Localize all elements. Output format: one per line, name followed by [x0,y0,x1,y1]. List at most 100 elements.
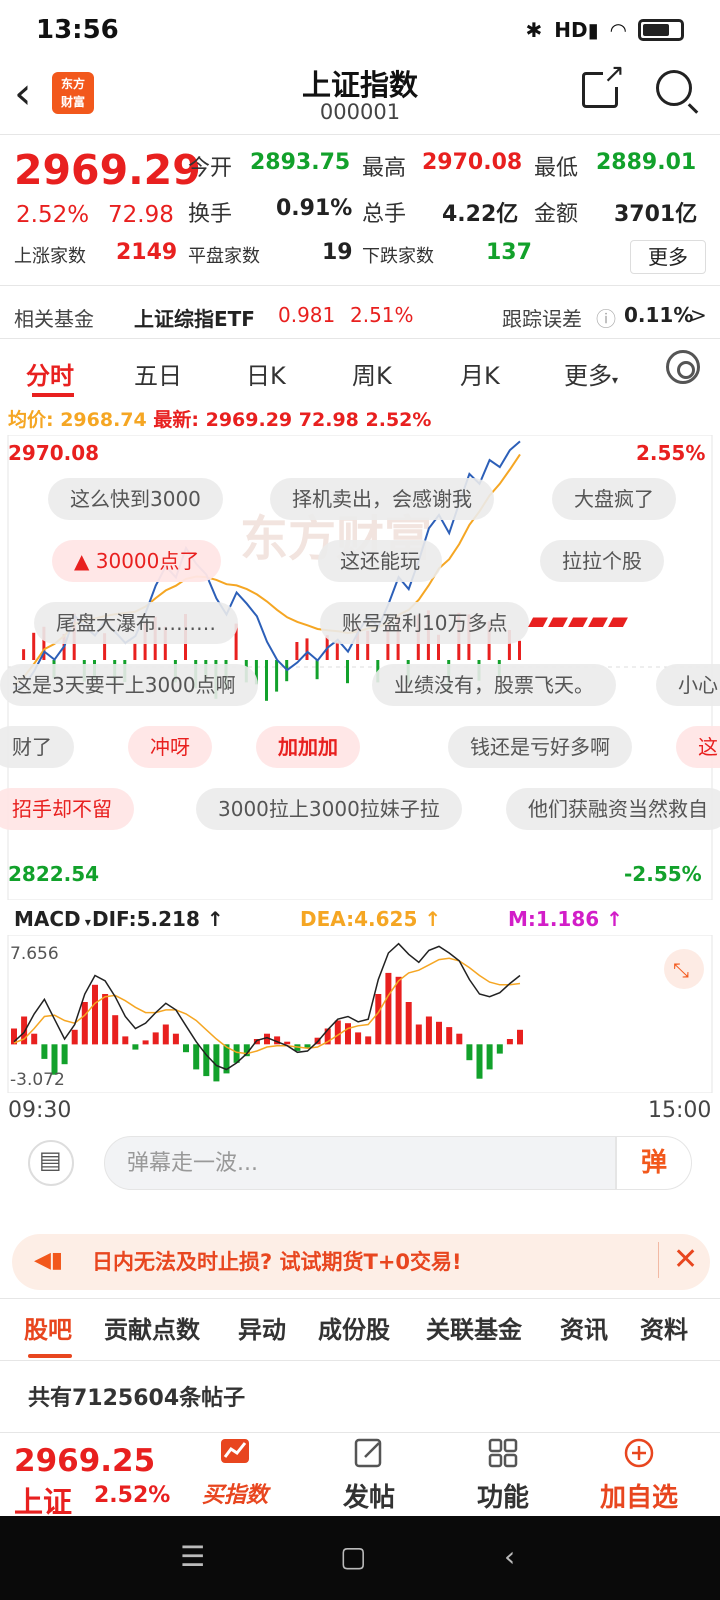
macd-bar [193,1044,200,1070]
tab-guba[interactable]: 股吧 [24,1310,72,1345]
related-fund-row[interactable]: 相关基金 上证综指ETF 0.981 2.51% 跟踪误差 ⓘ 0.11% > [0,295,720,335]
macd-bar [92,984,98,1045]
tab-month-k[interactable]: 月K [460,356,500,391]
tab-5day[interactable]: 五日 [134,356,182,391]
more-button[interactable]: 更多 [630,240,706,274]
tab-contribution[interactable]: 贡献点数 [104,1310,200,1345]
tab-intraday[interactable]: 分时 [26,356,74,391]
danmu-bubble[interactable]: 这么快到3000 [48,478,223,520]
back-nav-icon[interactable]: ‹ [504,1540,515,1573]
divider [0,134,720,135]
help-icon[interactable]: ⓘ [596,303,616,332]
tab-week-k[interactable]: 周K [352,356,392,391]
header: ‹ 东方 财富 上证指数 000001 [0,60,720,135]
tab-day-k[interactable]: 日K [246,356,286,391]
tab-constituents[interactable]: 成份股 [318,1310,390,1345]
volume-bar [346,660,349,684]
gear-icon[interactable] [666,350,700,384]
post-button[interactable]: 发帖 [314,1437,424,1514]
post-label: 发帖 [342,1483,395,1513]
danmu-bubble[interactable]: 尾盘大瀑布……… [34,602,238,644]
macd-name: MACD [14,907,81,931]
menu-icon[interactable]: ☰ [180,1540,205,1573]
buy-index-label: 买指数 [201,1483,268,1508]
macd-bar [172,1033,179,1045]
macd-bar [355,1032,362,1045]
current-price: 2969.29 [14,146,201,194]
danmu-bubble[interactable]: 大盘疯了 [552,478,676,520]
close-icon[interactable]: ✕ [658,1242,698,1278]
tab-news[interactable]: 资讯 [560,1310,608,1345]
volume-value: 4.22亿 [442,202,519,227]
danmu-bubble[interactable]: 加加加 [256,726,360,768]
tab-movement[interactable]: 异动 [238,1310,286,1345]
macd-dif-value: DIF:5.218 [92,907,200,931]
danmu-bubble[interactable]: 这 [676,726,720,768]
macd-bar [71,1029,78,1045]
add-watchlist-button[interactable]: 加自选 [584,1437,694,1514]
macd-bar [102,994,109,1045]
danmu-toggle-button[interactable]: 弹 [616,1136,692,1190]
volume-bar [265,660,268,701]
macd-frame [7,935,713,1093]
tab-more[interactable]: 更多▾ [564,356,618,391]
danmu-bubble[interactable]: 择机卖出，会感谢我 [270,478,494,520]
ad-banner[interactable]: ◀▮ 日内无法及时止损? 试试期货T+0交易! ✕ [12,1234,710,1290]
danmu-bubble[interactable]: 这是3天要干上3000点啊 [0,664,258,706]
caret-down-icon: ▾ [80,915,91,929]
arrow-up-icon: ↑ [206,907,224,931]
danmu-bubble[interactable]: 账号盈利10万多点 [320,602,530,644]
system-nav-bar: ☰ ▢ ‹ [0,1516,720,1600]
time-start: 09:30 [8,1098,72,1123]
search-icon[interactable] [656,70,692,106]
danmu-bubble[interactable]: 钱还是亏好多啊 [448,726,632,768]
fund-price: 0.981 [278,303,336,327]
macd-bar [395,976,402,1045]
grid-icon [488,1438,518,1468]
macd-dif: DIF:5.218 ↑ [92,907,224,931]
macd-bar [385,972,392,1045]
macd-chart[interactable]: 7.656 -3.072 ⤡ [0,935,720,1093]
arrow-up-icon: ↑ [424,907,442,931]
danmu-bubble[interactable]: ▲ 30000点了 [52,540,222,582]
danmu-bubble[interactable]: 拉拉个股 [540,540,664,582]
message-settings-icon[interactable] [28,1140,74,1186]
macd-selector[interactable]: MACD ▾ [14,907,91,931]
macd-bar [415,1024,422,1045]
home-icon[interactable]: ▢ [340,1540,366,1573]
danmu-bubble[interactable]: 小心 [656,664,720,706]
danmu-bubble[interactable]: 招手却不留 [0,788,134,830]
macd-dea: DEA:4.625 ↑ [300,907,441,931]
danmu-bubble[interactable]: 这还能玩 [318,540,442,582]
tab-underline [32,393,74,397]
macd-bar [405,1002,412,1045]
tab-profile[interactable]: 资料 [640,1310,688,1345]
bottom-price: 2969.25 [14,1443,156,1479]
danmu-input[interactable]: 弹幕走一波... [104,1136,616,1190]
ad-text: 日内无法及时止损? 试试期货T+0交易! [92,1250,462,1274]
tab-related-fund[interactable]: 关联基金 [426,1310,522,1345]
macd-max-label: 7.656 [10,944,59,964]
macd-bar [466,1044,473,1061]
function-button[interactable]: 功能 [448,1437,558,1514]
macd-bar [506,1039,513,1045]
danmu-bubble[interactable]: 财了 [0,726,74,768]
flat-value: 19 [322,240,353,265]
buy-index-button[interactable]: 买指数 [180,1437,290,1509]
danmu-bubble[interactable]: 3000拉上3000拉妹子拉 [196,788,462,830]
fire-icon: ▲ [74,549,96,573]
macd-bar [81,1002,88,1045]
status-time: 13:56 [36,15,119,45]
macd-bar [142,1040,149,1045]
macd-bar [203,1044,210,1077]
share-icon[interactable] [582,61,625,108]
danmu-bubble[interactable]: 冲呀 [128,726,212,768]
fund-name: 上证综指ETF [134,307,255,331]
avg-row: 均价: 2968.74 最新: 2969.29 72.98 2.52% [8,405,431,432]
edit-icon [354,1438,382,1468]
danmu-bubble[interactable]: 他们获融资当然救自 [506,788,720,830]
danmu-bubble[interactable]: 业绩没有，股票飞天。 [372,664,616,706]
macd-bar [162,1024,169,1045]
chevron-right-icon: > [690,303,707,327]
y-min-label: 2822.54 [8,862,99,886]
